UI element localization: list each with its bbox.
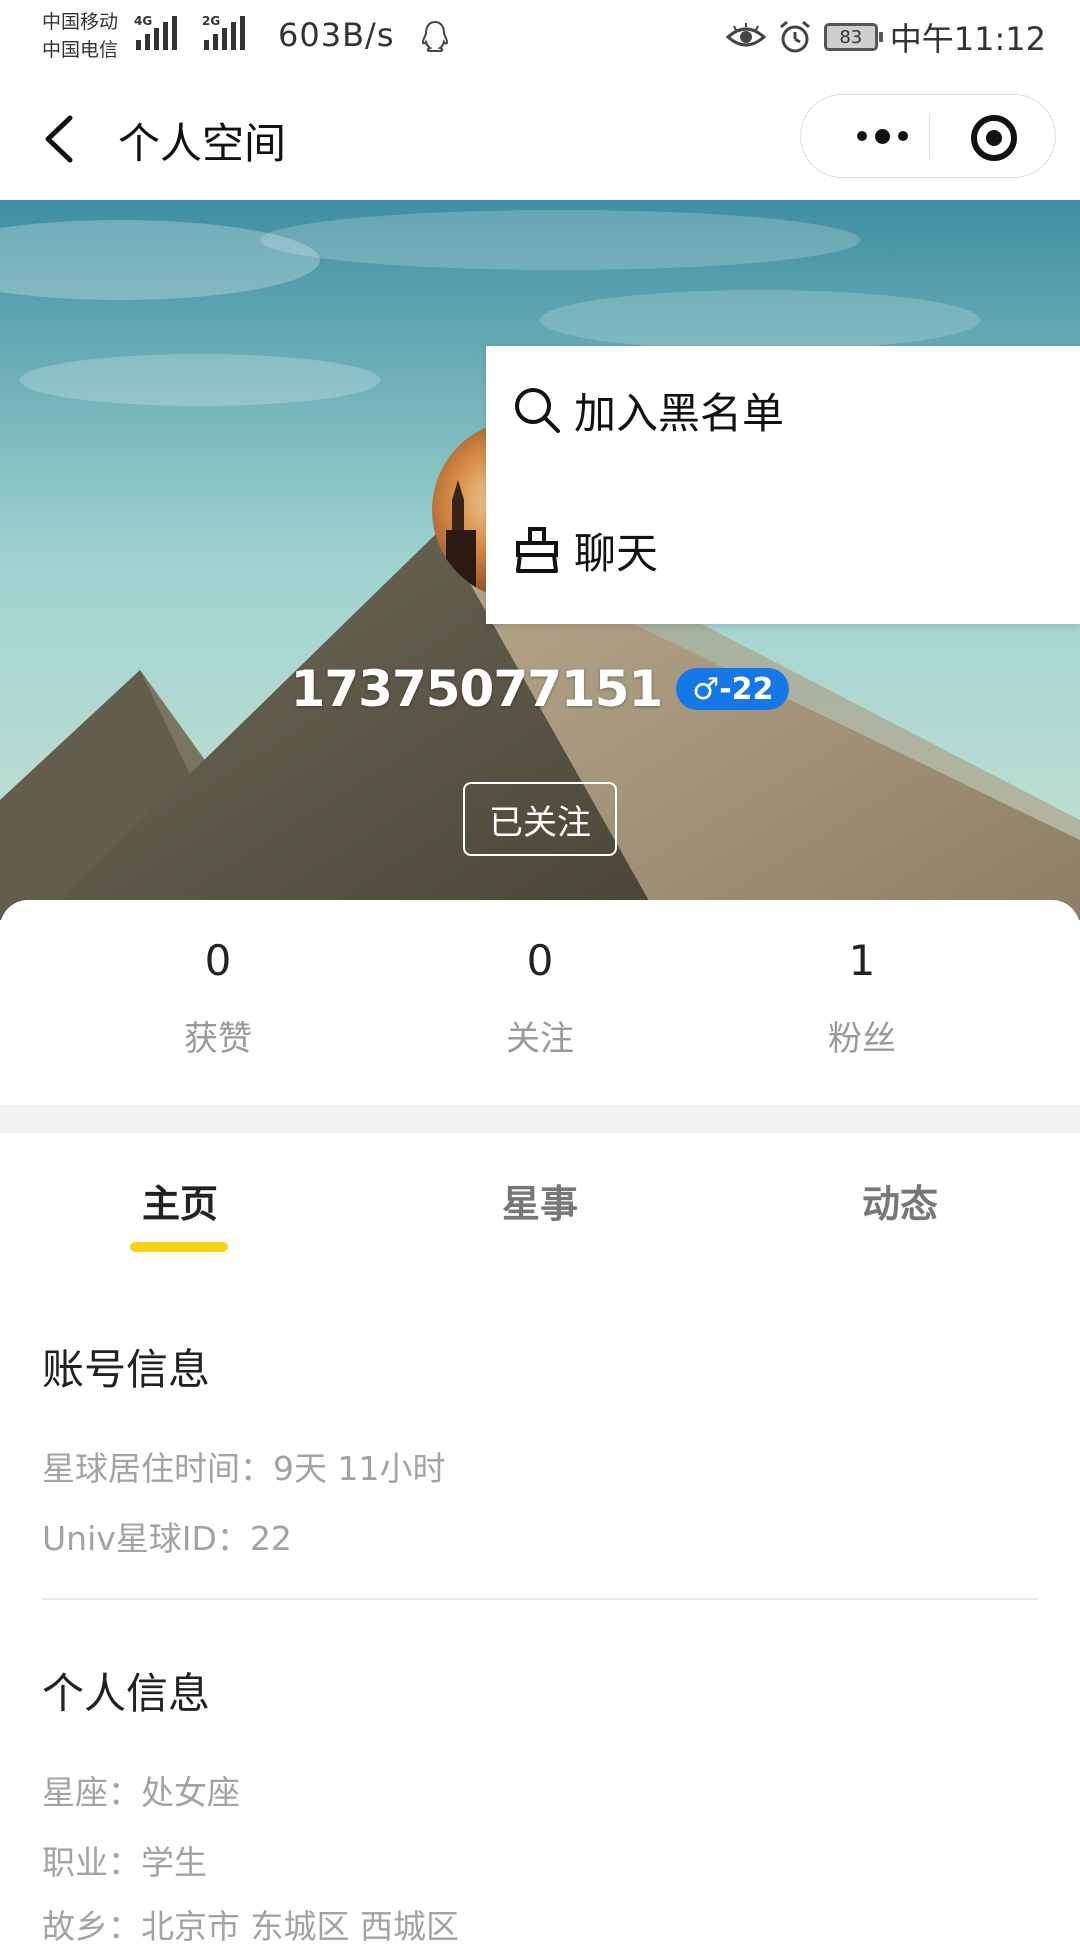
status-right: 83 中午11:12 [725, 14, 1046, 60]
nav-bar: 个人空间 [0, 78, 1080, 200]
capsule-divider [929, 115, 930, 159]
personal-info-title: 个人信息 [42, 1669, 211, 1718]
broom-icon [516, 527, 558, 573]
carrier-1: 中国移动 [42, 11, 119, 33]
search-icon [515, 388, 560, 433]
close-miniapp-icon[interactable] [971, 115, 1017, 161]
account-info-title: 账号信息 [42, 1345, 211, 1394]
eye-icon [725, 23, 766, 47]
network-speed: 603B/s [278, 16, 395, 54]
stats-panel: 0 获赞 0 关注 1 粉丝 [0, 900, 1080, 1105]
signal-4g-icon: 4G [134, 14, 177, 50]
section-divider [42, 1598, 1038, 1600]
back-icon[interactable] [40, 112, 80, 166]
section-gap [0, 1105, 1080, 1133]
active-tab-indicator [130, 1242, 228, 1252]
qq-icon [421, 20, 449, 52]
menu-item-blacklist[interactable]: 加入黑名单 [512, 370, 784, 450]
more-icon[interactable] [835, 95, 929, 177]
clock: 中午11:12 [889, 20, 1046, 58]
tab-home[interactable]: 主页 [80, 1173, 280, 1228]
username-row: 17375077151 ♂-22 [0, 660, 1080, 718]
tab-star-events[interactable]: 星事 [440, 1173, 640, 1228]
menu-item-chat[interactable]: 聊天 [512, 510, 658, 590]
follow-status-button[interactable]: 已关注 [463, 782, 617, 856]
battery-icon: 83 [823, 23, 883, 51]
tab-bar: 主页 星事 动态 [0, 1133, 1080, 1273]
residence-time: 星球居住时间：9天 11小时 [42, 1449, 446, 1488]
username: 17375077151 [290, 660, 664, 718]
zodiac: 星座：处女座 [42, 1773, 240, 1812]
alarm-icon [779, 20, 810, 53]
hometown: 故乡：北京市 东城区 西城区 [42, 1907, 459, 1946]
gender-age-badge: ♂-22 [676, 668, 790, 710]
stat-following[interactable]: 0 关注 [440, 936, 640, 1060]
dropdown-menu: 加入黑名单 聊天 [486, 346, 1080, 624]
carrier-info: 中国移动 中国电信 [42, 8, 118, 64]
signal-2g-icon: 2G [202, 14, 245, 50]
tab-moments[interactable]: 动态 [800, 1173, 1000, 1228]
stat-likes[interactable]: 0 获赞 [118, 936, 318, 1060]
univ-id: Univ星球ID：22 [42, 1519, 292, 1558]
status-bar: 中国移动 中国电信 4G 2G 603B/s 83 中午11:12 [0, 0, 1080, 78]
miniapp-capsule [800, 94, 1056, 178]
occupation: 职业：学生 [42, 1843, 207, 1882]
carrier-2: 中国电信 [42, 39, 119, 61]
stat-followers[interactable]: 1 粉丝 [762, 936, 962, 1060]
page-title: 个人空间 [118, 119, 287, 168]
